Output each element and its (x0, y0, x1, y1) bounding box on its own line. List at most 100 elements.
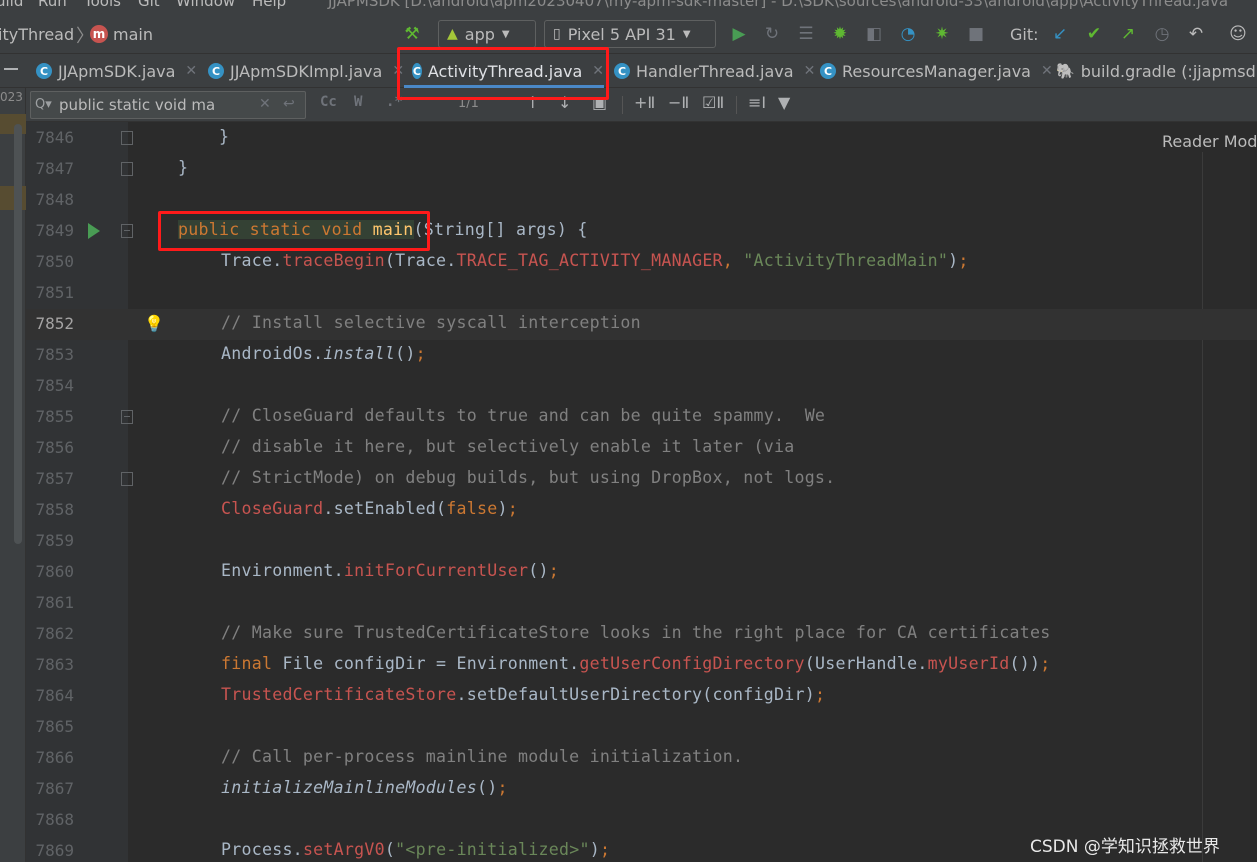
menu-item-help[interactable]: Help (252, 0, 286, 10)
fold-marker-icon[interactable] (121, 410, 133, 424)
remove-selection-icon[interactable]: −Ⅱ (668, 93, 689, 112)
line-number: 7854 (35, 376, 74, 395)
line-number: 7859 (35, 531, 74, 550)
find-bar: Q▾ ✕ ↩ Cc W .* 1/1 ↑ ↓ ▣ +Ⅱ −Ⅱ ☑Ⅱ ≡Ⅰ ▼ (26, 88, 1257, 122)
lightbulb-icon[interactable]: 💡 (144, 314, 164, 333)
line-number: 7867 (35, 779, 74, 798)
annotation-box-active-tab (397, 47, 609, 100)
attach-debugger-icon[interactable]: ✷ (930, 22, 954, 46)
code-line: 7846 } (26, 123, 1257, 154)
device-label: Pixel 5 API 31 (567, 24, 676, 44)
breadcrumb-class[interactable]: ityThread (0, 25, 74, 44)
fold-marker-icon[interactable] (121, 162, 133, 176)
coverage-icon[interactable]: ◧ (862, 22, 886, 46)
left-strip-highlight (0, 186, 26, 210)
clear-icon[interactable]: ✕ (259, 96, 271, 112)
code-line-current: 7852 💡 // Install selective syscall inte… (26, 309, 1257, 340)
fold-marker-icon[interactable] (121, 131, 133, 145)
left-strip-highlight (0, 114, 26, 134)
line-number: 7869 (35, 841, 74, 860)
profile-icon[interactable]: ◔ (896, 22, 920, 46)
tab-handlerthread[interactable]: C HandlerThread.java ✕ (614, 54, 815, 88)
apply-changes-icon[interactable]: ↻ (760, 22, 784, 46)
line-number: 7849 (35, 221, 74, 240)
annotation-box-main-method (158, 211, 430, 251)
code-line: 7857 // StrictMode) on debug builds, but… (26, 464, 1257, 495)
add-selection-icon[interactable]: +Ⅱ (634, 93, 655, 112)
menu-item-build[interactable]: uild (0, 0, 23, 10)
code-comment: // Install selective syscall interceptio… (221, 313, 641, 332)
close-icon[interactable]: ✕ (185, 63, 197, 79)
line-number: 7864 (35, 686, 74, 705)
tab-jjapmsdk[interactable]: C JJApmSDK.java ✕ (36, 54, 197, 88)
git-commit-icon[interactable]: ✔ (1082, 22, 1106, 46)
menu-item-tools[interactable]: Tools (84, 0, 121, 10)
fold-marker-icon[interactable] (121, 472, 133, 486)
line-number: 7865 (35, 717, 74, 736)
rollback-icon[interactable]: ↶ (1184, 22, 1208, 46)
search-input[interactable] (59, 95, 249, 115)
code-text: Environment.initForCurrentUser(); (221, 561, 559, 580)
code-comment: // Call per-process mainline module init… (221, 747, 744, 766)
code-text: CloseGuard.setEnabled(false); (221, 499, 518, 518)
build-hammer-icon[interactable]: ⚒ (400, 22, 424, 46)
debug-icon[interactable]: ✹ (828, 22, 852, 46)
code-text: AndroidOs.install(); (221, 344, 426, 363)
new-line-icon[interactable]: ↩ (283, 96, 295, 112)
left-strip-number: 023 (0, 90, 23, 104)
gradle-icon: 🐘 (1056, 62, 1075, 80)
close-icon[interactable]: ✕ (1041, 63, 1053, 79)
watermark: CSDN @学知识拯救世界 (1030, 837, 1220, 857)
phone-icon: ▯ (553, 26, 561, 42)
tab-label: JJApmSDKImpl.java (230, 61, 383, 81)
stop-icon[interactable]: ■ (964, 22, 988, 46)
tab-label: HandlerThread.java (636, 61, 794, 81)
code-text: Trace.traceBegin(Trace.TRACE_TAG_ACTIVIT… (221, 251, 969, 270)
menu-item-git[interactable]: Git (138, 0, 160, 10)
search-field[interactable]: Q▾ ✕ ↩ (30, 91, 306, 119)
toggle-selection-icon[interactable]: ☑Ⅱ (702, 93, 724, 112)
close-icon[interactable]: ✕ (804, 63, 816, 79)
git-push-icon[interactable]: ↗ (1116, 22, 1140, 46)
code-line: 7851 (26, 278, 1257, 309)
filter-icon[interactable]: ▼ (778, 93, 790, 112)
code-line: 7865 (26, 712, 1257, 743)
user-icon[interactable]: ☺ (1226, 22, 1250, 46)
tab-jjapmsdkimpl[interactable]: C JJApmSDKImpl.java ✕ (208, 54, 404, 88)
menu-item-run[interactable]: Run (38, 0, 67, 10)
line-number: 7860 (35, 562, 74, 581)
run-icon[interactable]: ▶ (727, 22, 751, 46)
code-comment: // disable it here, but selectively enab… (221, 437, 795, 456)
breadcrumb-method[interactable]: main (113, 25, 153, 44)
menu-item-window[interactable]: Window (176, 0, 235, 10)
code-text: } (178, 127, 230, 146)
run-config-selector[interactable]: ▲ app ▼ (438, 20, 536, 48)
minimize-icon[interactable] (4, 68, 18, 70)
divider (736, 96, 737, 114)
method-icon: m (90, 25, 108, 43)
search-icon[interactable]: Q▾ (35, 97, 52, 112)
words-toggle[interactable]: W (354, 94, 362, 110)
left-strip-scrollbar[interactable] (14, 124, 22, 544)
tab-resourcesmanager[interactable]: C ResourcesManager.java ✕ (820, 54, 1053, 88)
git-update-icon[interactable]: ↙ (1048, 22, 1072, 46)
code-text: } (178, 158, 189, 177)
apply-code-changes-icon[interactable]: ☰ (794, 22, 818, 46)
code-comment: // CloseGuard defaults to true and can b… (221, 406, 826, 425)
fold-marker-icon[interactable] (121, 224, 133, 238)
left-tool-strip: 023 (0, 88, 26, 862)
device-selector[interactable]: ▯ Pixel 5 API 31 ▼ (544, 20, 716, 48)
java-class-icon: C (208, 63, 224, 79)
tab-build-gradle[interactable]: 🐘 build.gradle (:jjapmsdk) (1056, 54, 1257, 88)
line-number: 7862 (35, 624, 74, 643)
filter-lines-icon[interactable]: ≡Ⅰ (748, 93, 766, 112)
match-case-toggle[interactable]: Cc (320, 94, 337, 110)
code-line: 7854 (26, 371, 1257, 402)
tab-label: ResourcesManager.java (842, 61, 1031, 81)
line-number: 7858 (35, 500, 74, 519)
history-icon[interactable]: ◷ (1150, 22, 1174, 46)
run-gutter-icon[interactable] (88, 223, 100, 239)
code-line: 7850 Trace.traceBegin(Trace.TRACE_TAG_AC… (26, 247, 1257, 278)
code-line: 7864 TrustedCertificateStore.setDefaultU… (26, 681, 1257, 712)
code-line: 7860 Environment.initForCurrentUser(); (26, 557, 1257, 588)
